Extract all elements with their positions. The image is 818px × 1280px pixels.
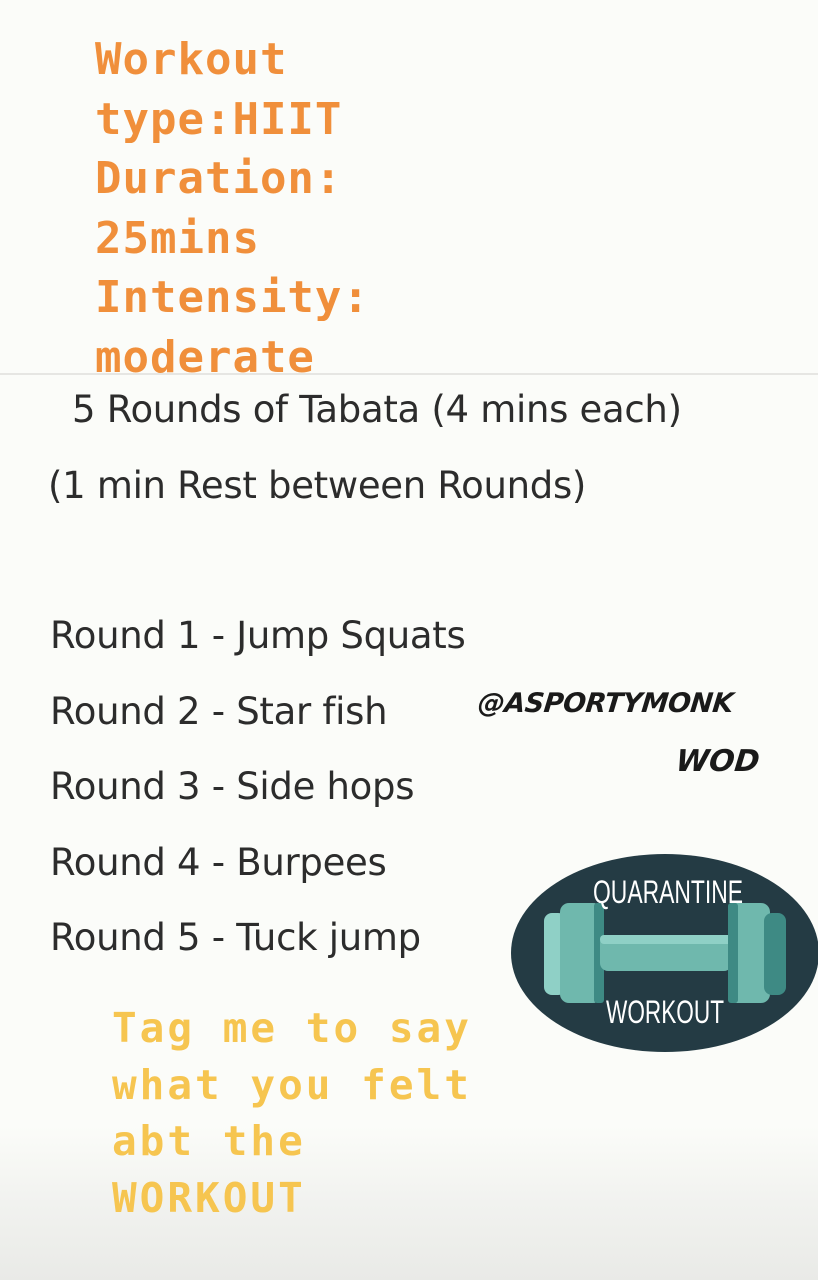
round-list: Round 1 - Jump Squats Round 2 - Star fis… (50, 614, 466, 992)
round-item-1: Round 1 - Jump Squats (50, 614, 466, 657)
story-page: Workout type:HIIT Duration: 25mins Intensity… (0, 0, 818, 1280)
handle-text[interactable]: @ASPORTYMONK (476, 688, 734, 719)
round-item-4: Round 4 - Burpees (50, 840, 387, 884)
tag-line-4: WORKOUT (112, 1173, 306, 1222)
sticker-top-text: QUARANTINE (593, 874, 743, 910)
tag-line-1: Tag me to say (112, 1004, 472, 1052)
round-item-2: Round 2 - Star fish (50, 689, 388, 733)
sticker-bottom-text: WORKOUT (606, 994, 724, 1030)
wod-tag: WOD (674, 744, 762, 779)
tag-line-2: what you felt (112, 1060, 472, 1109)
tag-me-message: Tag me to say what you felt abt the WORKOUT (112, 1000, 472, 1226)
tag-line-3: abt the (112, 1117, 306, 1165)
round-item-3: Round 3 - Side hops (50, 765, 415, 808)
summary-line-intensity-value: moderate (95, 331, 315, 383)
rounds-header: 5 Rounds of Tabata (4 mins each) (72, 388, 682, 431)
workout-summary: Workout type:HIIT Duration: 25mins Intensity… (95, 30, 370, 387)
summary-line-workout: Workout (95, 34, 288, 85)
summary-line-intensity: Intensity: (95, 272, 370, 323)
summary-line-duration: Duration: (95, 153, 343, 204)
divider (0, 373, 818, 375)
round-item-5: Round 5 - Tuck jump (50, 916, 421, 959)
rest-note: (1 min Rest between Rounds) (48, 464, 587, 507)
summary-line-type: type:HIIT (95, 93, 343, 145)
quarantine-workout-sticker: QUARANTINE WORKOUT (511, 854, 818, 1052)
summary-line-duration-value: 25mins (95, 212, 260, 264)
